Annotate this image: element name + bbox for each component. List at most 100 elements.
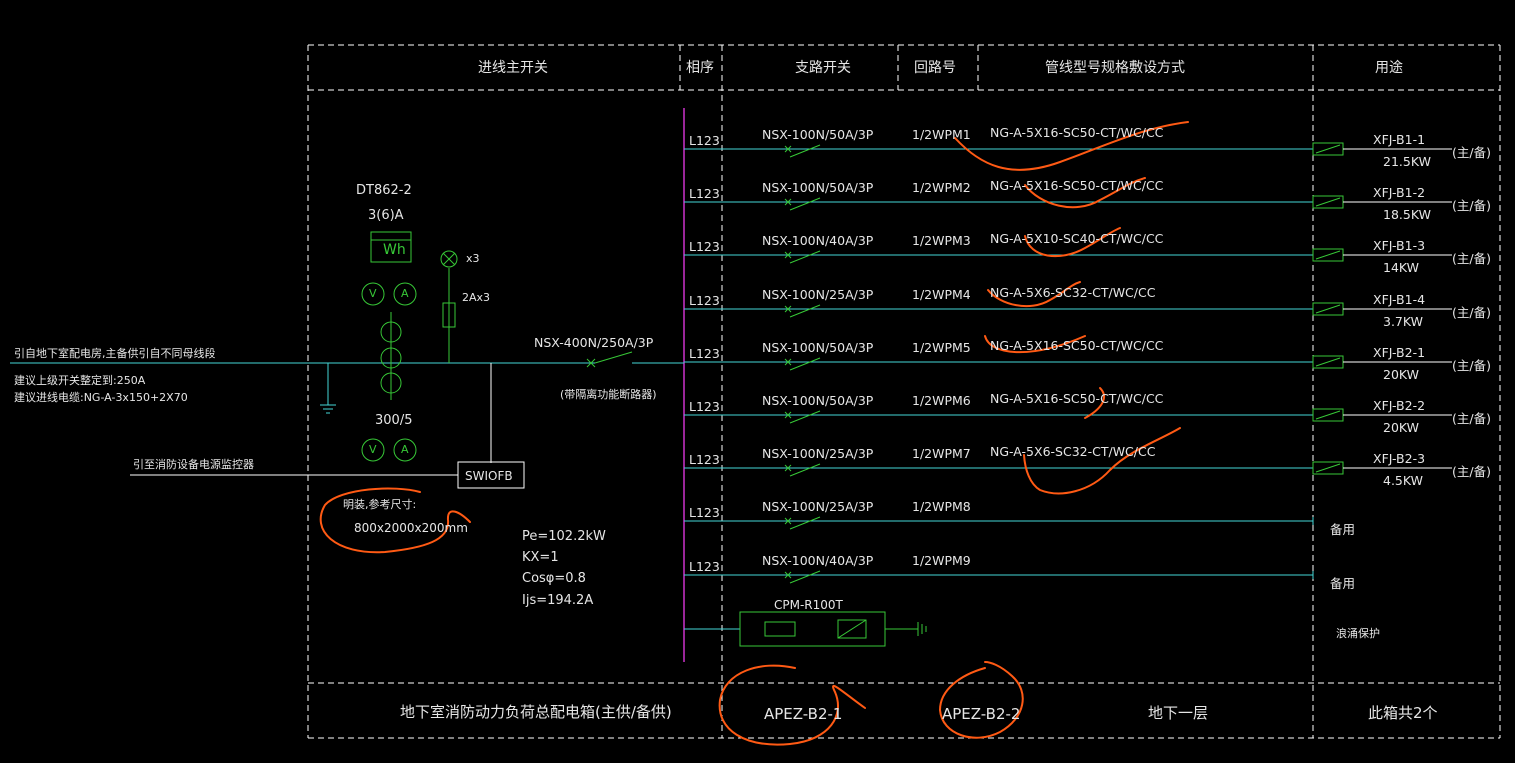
phase-label: L123 <box>689 559 720 574</box>
load-power: 20KW <box>1383 367 1420 382</box>
load-role: (主/备) <box>1452 145 1491 160</box>
cable-spec: NG-A-5X10-SC40-CT/WC/CC <box>990 231 1164 246</box>
fire-monitor-note: 引至消防设备电源监控器 <box>133 458 254 471</box>
load-power: 3.7KW <box>1383 314 1423 329</box>
load-role: (主/备) <box>1452 198 1491 213</box>
phase-label: L123 <box>689 133 720 148</box>
main-breaker-symbol <box>586 351 633 368</box>
branch-breaker-label: NSX-100N/40A/3P <box>762 553 874 568</box>
volt-meter-2-label: V <box>369 443 377 456</box>
lamp-label: x3 <box>466 252 480 265</box>
load-name: XFJ-B1-4 <box>1373 292 1426 307</box>
load-power: 20KW <box>1383 420 1420 435</box>
feeder-line <box>684 408 1452 424</box>
load-power: 14KW <box>1383 260 1420 275</box>
calc-pe: Pe=102.2kW <box>522 529 606 544</box>
header-incoming-switch: 进线主开关 <box>478 60 548 76</box>
load-power: 21.5KW <box>1383 154 1431 169</box>
footer-box1: APEZ-B2-1 <box>764 705 843 723</box>
load-name: XFJ-B1-3 <box>1373 238 1426 253</box>
phase-label: L123 <box>689 399 720 414</box>
load-role: (主/备) <box>1452 464 1491 479</box>
phase-label: L123 <box>689 452 720 467</box>
amp-meter-1-label: A <box>401 287 409 300</box>
phase-label: L123 <box>689 239 720 254</box>
cable-spec: NG-A-5X6-SC32-CT/WC/CC <box>990 444 1156 459</box>
main-breaker-note: (带隔离功能断路器) <box>560 388 657 401</box>
source-note: 引自地下室配电房,主备供引自不同母线段 <box>14 347 216 360</box>
feeder-line <box>684 570 1314 584</box>
circuit-number: 1/2WPM8 <box>912 499 971 514</box>
cable-spec: NG-A-5X16-SC50-CT/WC/CC <box>990 338 1164 353</box>
circuit-number: 1/2WPM7 <box>912 446 971 461</box>
phase-label: L123 <box>689 346 720 361</box>
branch-breaker-label: NSX-100N/50A/3P <box>762 180 874 195</box>
load-name: XFJ-B2-3 <box>1373 451 1426 466</box>
feeder-line <box>684 355 1452 371</box>
box-size-title: 明装,参考尺寸: <box>343 498 417 511</box>
phase-label: L123 <box>689 505 720 520</box>
circuit-number: 1/2WPM6 <box>912 393 971 408</box>
footer-count: 此箱共2个 <box>1368 704 1438 722</box>
markup-annotations <box>319 121 1189 746</box>
circuit-number: 1/2WPM3 <box>912 233 971 248</box>
circuit-number: 1/2WPM1 <box>912 127 971 142</box>
box-size: 800x2000x200mm <box>354 521 468 535</box>
current-transformer-symbol <box>380 312 402 400</box>
header-usage: 用途 <box>1375 60 1403 76</box>
cable-spec: NG-A-5X6-SC32-CT/WC/CC <box>990 285 1156 300</box>
cable-spec: NG-A-5X16-SC50-CT/WC/CC <box>990 178 1164 193</box>
branch-breaker-label: NSX-100N/25A/3P <box>762 287 874 302</box>
calc-kx: KX=1 <box>522 550 559 565</box>
phase-label: L123 <box>689 293 720 308</box>
volt-meter-1-label: V <box>369 287 377 300</box>
branch-breaker-label: NSX-100N/50A/3P <box>762 127 874 142</box>
header-circuit-no: 回路号 <box>914 60 956 76</box>
branch-breaker-label: NSX-100N/50A/3P <box>762 393 874 408</box>
amp-meter-2-label: A <box>401 443 409 456</box>
header-phase: 相序 <box>686 60 714 76</box>
main-breaker-label: NSX-400N/250A/3P <box>534 335 654 350</box>
load-name: XFJ-B1-1 <box>1373 132 1426 147</box>
meter-model: DT862-2 <box>356 183 412 198</box>
spd-usage: 浪涌保护 <box>1336 627 1380 640</box>
load-role: (主/备) <box>1452 411 1491 426</box>
fuse-label: 2Ax3 <box>462 291 491 304</box>
meter-circles <box>361 282 417 462</box>
wiring-diagram <box>10 44 1501 746</box>
spare-label: 备用 <box>1330 522 1356 537</box>
circuit-number: 1/2WPM4 <box>912 287 971 302</box>
circuit-number: 1/2WPM2 <box>912 180 971 195</box>
load-name: XFJ-B2-1 <box>1373 345 1426 360</box>
footer-box2: APEZ-B2-2 <box>942 705 1021 723</box>
calc-cos: Cosφ=0.8 <box>522 571 586 586</box>
footer-title: 地下室消防动力负荷总配电箱(主供/备供) <box>400 703 672 721</box>
load-role: (主/备) <box>1452 358 1491 373</box>
upper-switch-note: 建议上级开关整定到:250A <box>14 374 146 387</box>
feeder-line <box>684 302 1452 318</box>
feeder-line <box>684 142 1452 158</box>
cable-spec: NG-A-5X16-SC50-CT/WC/CC <box>990 125 1164 140</box>
cable-note: 建议进线电缆:NG-A-3x150+2X70 <box>14 391 188 404</box>
branch-breaker-label: NSX-100N/50A/3P <box>762 340 874 355</box>
calc-ijs: Ijs=194.2A <box>522 593 594 608</box>
circuit-number: 1/2WPM9 <box>912 553 971 568</box>
feeder-line <box>684 516 1314 530</box>
incoming-line <box>10 268 684 476</box>
meter-label: Wh <box>383 242 406 258</box>
branch-breaker-label: NSX-100N/40A/3P <box>762 233 874 248</box>
branch-breaker-label: NSX-100N/25A/3P <box>762 446 874 461</box>
monitor-box-label: SWIOFB <box>465 469 513 483</box>
load-name: XFJ-B1-2 <box>1373 185 1426 200</box>
load-power: 18.5KW <box>1383 207 1431 222</box>
load-power: 4.5KW <box>1383 473 1423 488</box>
cable-spec: NG-A-5X16-SC50-CT/WC/CC <box>990 391 1164 406</box>
circuit-number: 1/2WPM5 <box>912 340 971 355</box>
meter-rating: 3(6)A <box>368 208 404 223</box>
feeder-line <box>684 461 1452 477</box>
schematic-canvas: 进线主开关 相序 支路开关 回路号 管线型号规格敷设方式 用途 引自地下室配电房… <box>0 0 1515 763</box>
indicator-lamp-symbol <box>440 250 458 268</box>
feeder-line <box>684 248 1452 264</box>
spare-label: 备用 <box>1330 576 1356 591</box>
header-branch-switch: 支路开关 <box>795 60 851 76</box>
